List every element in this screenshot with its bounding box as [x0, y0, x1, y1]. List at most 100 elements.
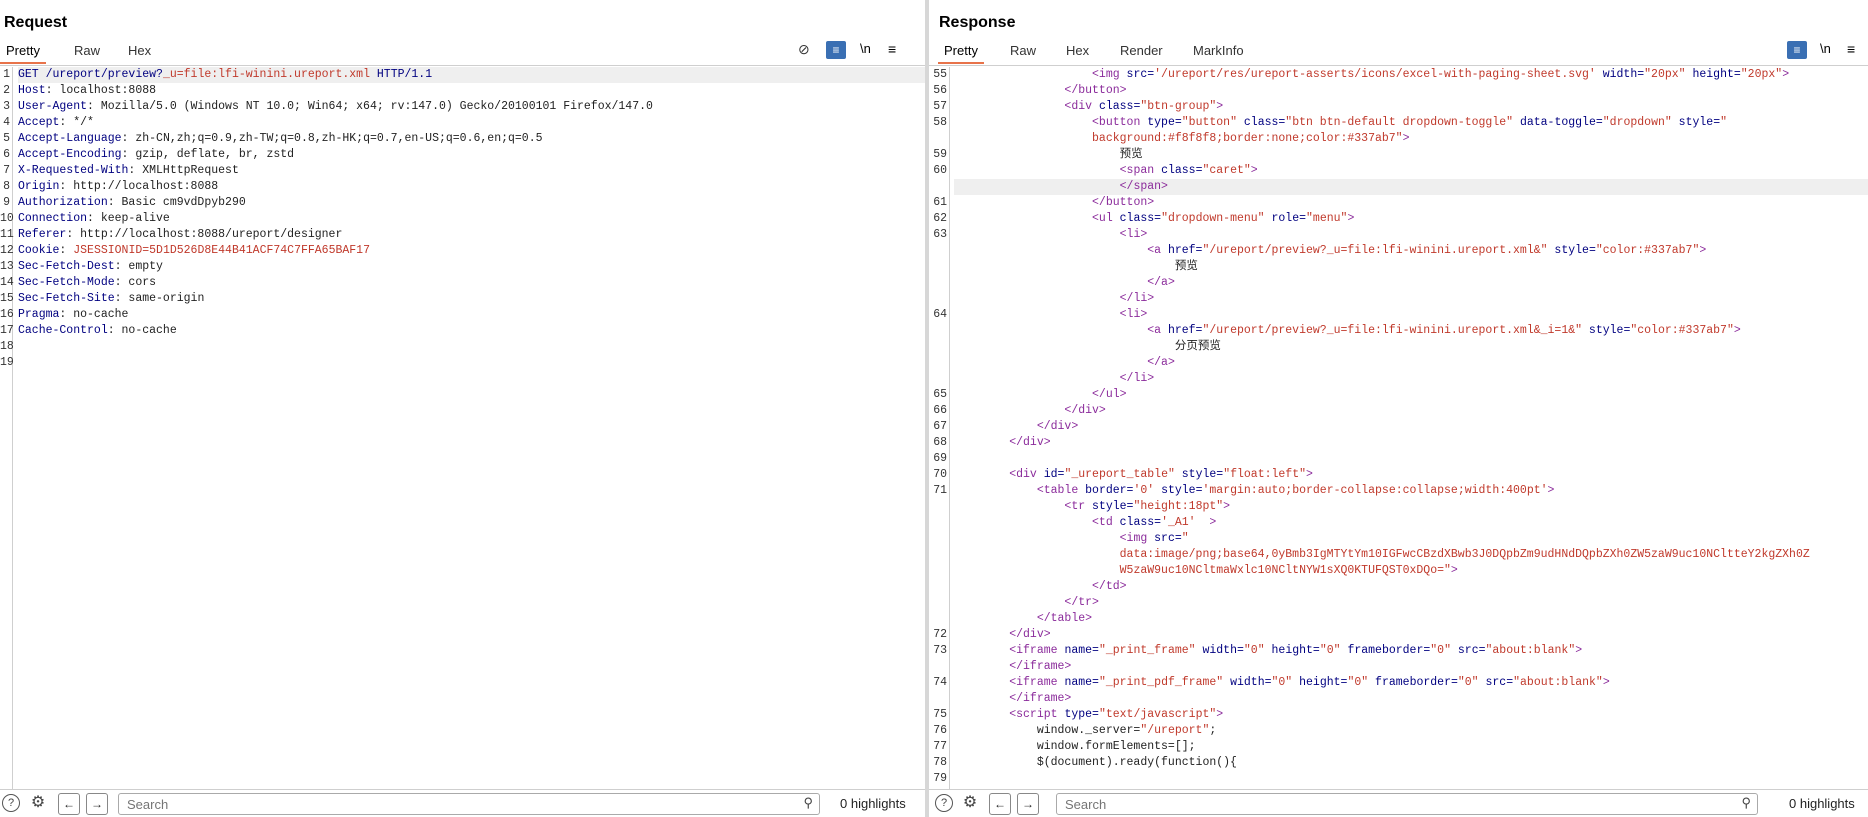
code-token: > — [1223, 500, 1231, 513]
code-token: "/ureport/preview?_u=file:lfi-winini.ure… — [1202, 324, 1583, 337]
response-code[interactable]: <img src='/ureport/res/ureport-asserts/i… — [954, 67, 1868, 787]
code-line: <a href="/ureport/preview?_u=file:lfi-wi… — [954, 243, 1868, 259]
newline-toggle[interactable]: \n — [860, 41, 871, 56]
line-number: 70 — [933, 468, 947, 481]
code-token: 预览 — [954, 148, 1143, 161]
code-token: name= — [1064, 644, 1099, 657]
tab-pretty[interactable]: Pretty — [0, 43, 46, 64]
code-line: </div> — [954, 435, 1868, 451]
help-icon[interactable]: ? — [2, 794, 20, 812]
code-token: frameborder= — [1368, 676, 1458, 689]
code-line: 预览 — [954, 259, 1868, 275]
line-number: 18 — [0, 340, 14, 353]
word-wrap-icon[interactable]: ≡ — [826, 41, 846, 59]
response-pane: Response Pretty Raw Hex Render MarkInfo … — [929, 0, 1868, 817]
code-token: > — [1250, 164, 1258, 177]
search-box: ⚲ — [1056, 793, 1758, 815]
next-match-button[interactable]: → — [86, 793, 108, 815]
code-token: Origin — [18, 180, 60, 193]
search-input[interactable] — [1057, 794, 1703, 815]
code-line: Connection: keep-alive — [18, 211, 925, 227]
menu-icon[interactable]: ≡ — [1847, 41, 1855, 57]
hide-nonprintable-icon[interactable]: ⊘ — [798, 41, 810, 58]
code-line: Cookie: JSESSIONID=5D1D526D8E44B41ACF74C… — [18, 243, 925, 259]
tab-raw[interactable]: Raw — [1010, 43, 1036, 58]
settings-gear-icon[interactable]: ⚙ — [30, 794, 46, 811]
previous-match-button[interactable]: ← — [989, 793, 1011, 815]
code-line: <img src='/ureport/res/ureport-asserts/i… — [954, 67, 1868, 83]
code-token: <script — [1009, 708, 1065, 721]
tab-pretty[interactable]: Pretty — [938, 43, 984, 64]
code-line: <div id="_ureport_table" style="float:le… — [954, 467, 1868, 483]
code-token: "/ureport/preview?_u=file:lfi-winini.ure… — [1202, 244, 1548, 257]
code-line: GET /ureport/preview?_u=file:lfi-winini.… — [18, 67, 925, 83]
code-line: background:#f8f8f8;border:none;color:#33… — [954, 131, 1868, 147]
code-token: JSESSIONID=5D1D526D8E44B41ACF74C7FFA65BA… — [73, 244, 370, 257]
next-match-button[interactable]: → — [1017, 793, 1039, 815]
request-search-bar: ? ⚙ ← → ⚲ 0 highlights — [0, 789, 925, 817]
code-line: Sec-Fetch-Dest: empty — [18, 259, 925, 275]
code-token: width= — [1195, 644, 1244, 657]
response-title: Response — [939, 14, 1016, 31]
line-number: 71 — [933, 484, 947, 497]
code-token: "text/javascript" — [1098, 708, 1217, 721]
word-wrap-icon[interactable]: ≡ — [1787, 41, 1807, 59]
code-line: data:image/png;base64,0yBmb3IgMTYtYm10IG… — [954, 547, 1868, 563]
code-token: '_A1' — [1161, 516, 1196, 529]
code-token: > — [1575, 644, 1583, 657]
line-number: 59 — [933, 148, 947, 161]
code-token: > — [1450, 564, 1458, 577]
code-token: : http://localhost:8088/ureport/designer — [66, 228, 343, 241]
code-line: Pragma: no-cache — [18, 307, 925, 323]
code-token: <a — [1147, 324, 1168, 337]
code-token: 分页预览 — [954, 340, 1221, 353]
previous-match-button[interactable]: ← — [58, 793, 80, 815]
code-token: width= — [1595, 68, 1645, 81]
code-token: src= — [1154, 532, 1182, 545]
newline-toggle[interactable]: \n — [1820, 41, 1831, 56]
tab-hex[interactable]: Hex — [1066, 43, 1089, 58]
code-line: Accept: */* — [18, 115, 925, 131]
request-editor[interactable]: 1 2 3 4 5 6 7 8 9 10 11 12 13 14 15 16 17 18 19 GET /urepo… — [0, 67, 925, 790]
code-token: "_print_frame" — [1098, 644, 1196, 657]
code-token: "about:blank" — [1513, 676, 1603, 689]
code-token: <td — [1092, 516, 1120, 529]
tab-hex[interactable]: Hex — [128, 43, 151, 58]
code-token: : zh-CN,zh;q=0.9,zh-TW;q=0.8,zh-HK;q=0.7… — [121, 132, 543, 145]
line-number — [929, 531, 949, 547]
code-token: : Mozilla/5.0 (Windows NT 10.0; Win64; x… — [87, 100, 653, 113]
request-code[interactable]: GET /ureport/preview?_u=file:lfi-winini.… — [18, 67, 925, 371]
code-token: src= — [1126, 68, 1155, 81]
code-line: </div> — [954, 419, 1868, 435]
code-token: Pragma — [18, 308, 60, 321]
code-token: <li> — [1119, 228, 1148, 241]
response-editor[interactable]: 55 56 57 58 59 60 61 62 63 64 65 66 67 68 69 70 71 72 73 74… — [929, 67, 1868, 790]
code-line: <tr style="height:18pt"> — [954, 499, 1868, 515]
code-token: <li> — [1119, 308, 1148, 321]
code-token: Accept — [18, 116, 60, 129]
code-token: </a> — [1147, 356, 1175, 369]
tab-render[interactable]: Render — [1120, 43, 1163, 58]
code-token: href= — [1167, 324, 1203, 337]
line-number — [929, 691, 949, 707]
request-pane: Request Pretty Raw Hex ⊘ ≡ \n ≡ 12345678… — [0, 0, 925, 817]
tab-raw[interactable]: Raw — [74, 43, 100, 58]
menu-icon[interactable]: ≡ — [888, 41, 896, 57]
tab-markinfo[interactable]: MarkInfo — [1193, 43, 1244, 58]
search-input[interactable] — [119, 794, 765, 815]
code-token: frameborder= — [1340, 644, 1431, 657]
line-number: 55 — [933, 68, 947, 81]
settings-gear-icon[interactable]: ⚙ — [962, 794, 978, 811]
code-token: Sec-Fetch-Mode — [18, 276, 115, 289]
help-icon[interactable]: ? — [935, 794, 953, 812]
